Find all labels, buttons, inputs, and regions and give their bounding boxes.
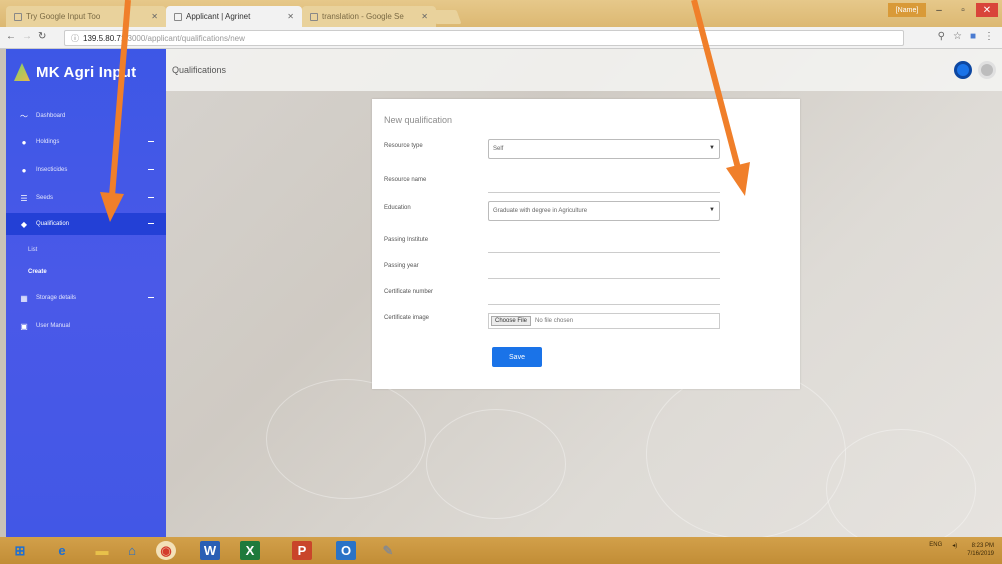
annotation-arrow-left <box>100 0 131 222</box>
screen: Try Google Input Too ✕ Applicant | Agrin… <box>0 0 1002 564</box>
annotation-arrows <box>100 0 750 222</box>
annotation-arrow-right <box>691 0 750 196</box>
